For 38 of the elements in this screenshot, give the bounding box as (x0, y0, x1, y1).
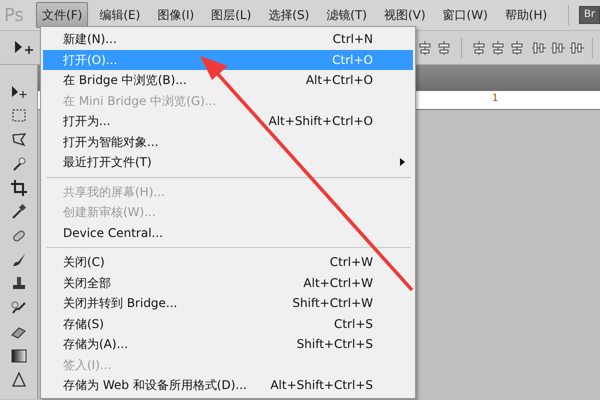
menu-item[interactable]: 图像(I) (151, 2, 200, 28)
align-icon[interactable] (490, 40, 506, 56)
menu-item[interactable]: 选择(S) (262, 2, 316, 28)
menu-option[interactable]: Device Central... (43, 222, 413, 243)
align-icon[interactable] (531, 40, 547, 56)
menu-option[interactable]: 打开为... Alt+Shift+Ctrl+O (43, 111, 413, 132)
menu-option[interactable]: 存储(S) Ctrl+S (43, 314, 413, 334)
menu-option[interactable]: 最近打开文件(T) (43, 152, 413, 172)
menu-item[interactable]: 图层(L) (205, 2, 258, 28)
eyedropper-icon[interactable] (10, 203, 28, 221)
menu-item[interactable]: 滤镜(T) (320, 2, 373, 28)
align-icon[interactable] (569, 40, 585, 56)
menu-item[interactable]: 视图(V) (378, 2, 432, 28)
align-icon[interactable] (417, 40, 433, 56)
align-icon[interactable] (509, 40, 525, 56)
menu-item[interactable]: 编辑(E) (93, 2, 146, 28)
bridge-button[interactable]: Br (579, 6, 600, 24)
lasso-tool-icon[interactable] (10, 131, 28, 149)
move-tool-icon[interactable] (14, 40, 36, 56)
menu-option[interactable]: 关闭全部 Alt+Ctrl+W (43, 272, 413, 293)
menu-option[interactable]: 关闭并转到 Bridge... Shift+Ctrl+W (43, 293, 413, 314)
align-icon[interactable] (471, 40, 487, 56)
gradient-icon[interactable] (10, 347, 28, 365)
move-tool-icon[interactable] (10, 83, 28, 101)
ruler-label: 1 (492, 92, 498, 106)
menu-item[interactable]: 窗口(W) (436, 2, 494, 28)
align-icon[interactable] (436, 40, 452, 56)
align-icon[interactable] (550, 40, 566, 56)
blur-tool-icon[interactable] (10, 371, 28, 389)
submenu-arrow-icon (400, 158, 405, 166)
menu-item[interactable]: 帮助(H) (498, 2, 554, 28)
menu-option[interactable]: 打开为智能对象... (43, 132, 413, 152)
crop-tool-icon[interactable] (10, 179, 28, 197)
menu-option[interactable]: 关闭(C) Ctrl+W (43, 252, 413, 272)
menu-option[interactable]: 新建(N)... Ctrl+N (43, 29, 413, 50)
menu-option[interactable]: 存储为 Web 和设备所用格式(D)... Alt+Shift+Ctrl+S (43, 375, 413, 396)
menu-option[interactable]: 存储为(A)... Shift+Ctrl+S (43, 334, 413, 354)
menu-item[interactable]: 文件(F) (36, 2, 88, 28)
